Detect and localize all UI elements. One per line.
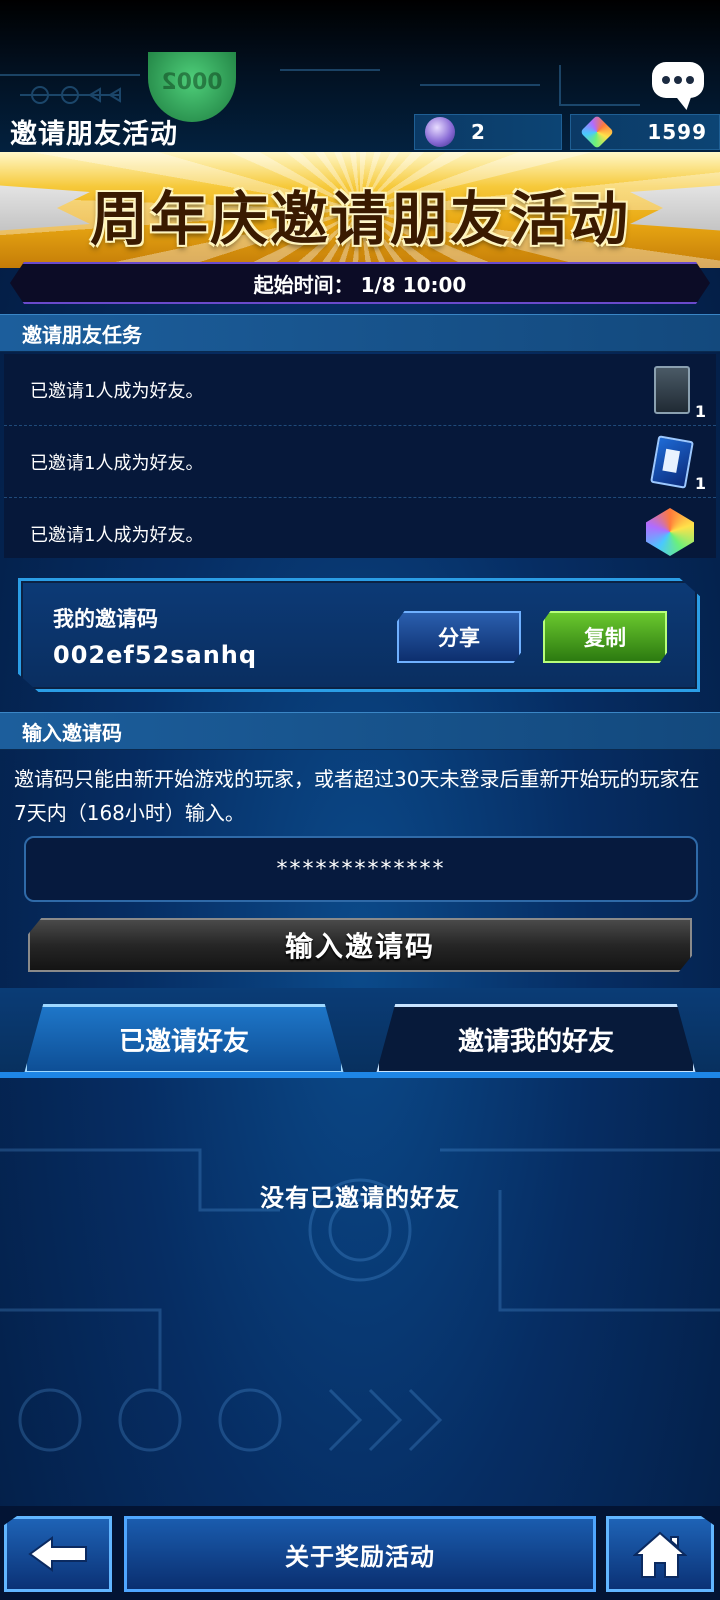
enter-code-button[interactable]: 输入邀请码 (28, 918, 692, 972)
card-pack-icon (654, 366, 690, 414)
gem-count: 1599 (647, 120, 707, 144)
input-code-header: 输入邀请码 (0, 712, 720, 750)
my-code-value: 002ef52sanhq (53, 641, 258, 669)
mission-item: 已邀请1人成为好友。 1 (4, 354, 716, 426)
gem-icon (646, 508, 694, 556)
top-bar: 0002 邀请朋友活动 2 1599 (0, 0, 720, 152)
reward-count: 1 (694, 474, 706, 493)
reward-count: 1 (694, 402, 706, 421)
missions-header: 邀请朋友任务 (0, 314, 720, 352)
back-arrow-icon (28, 1536, 87, 1572)
invite-code-input[interactable] (24, 836, 698, 902)
tab-inviting-friends[interactable]: 邀请我的好友 (376, 1004, 696, 1074)
background-circuit (0, 1148, 720, 1452)
event-banner: 周年庆邀请朋友活动 (0, 152, 720, 268)
home-icon (633, 1531, 687, 1578)
orb-icon (425, 117, 455, 147)
input-code-description: 邀请码只能由新开始游戏的玩家，或者超过30天未登录后重新开始玩的玩家在7天内（1… (14, 767, 700, 825)
rewards-info-button[interactable]: 关于奖励活动 (124, 1516, 596, 1592)
card-ticket-icon (650, 435, 694, 489)
banner-title: 周年庆邀请朋友活动 (89, 185, 630, 253)
mission-text: 已邀请1人成为好友。 (30, 380, 204, 402)
back-button[interactable] (4, 1516, 112, 1592)
tab-underline (0, 1072, 720, 1078)
chat-bubble-icon[interactable] (652, 62, 704, 98)
page-title: 邀请朋友活动 (10, 119, 178, 150)
mission-item: 已邀请1人成为好友。 1 (4, 426, 716, 498)
mission-text: 已邀请1人成为好友。 (30, 525, 204, 546)
my-code-label: 我的邀请码 (53, 607, 158, 631)
empty-friends-message: 没有已邀请的好友 (260, 1184, 460, 1212)
share-button[interactable]: 分享 (397, 611, 521, 663)
my-invite-code-panel: 我的邀请码 002ef52sanhq 分享 复制 (18, 578, 700, 692)
missions-list[interactable]: 已邀请1人成为好友。 1 已邀请1人成为好友。 1 已邀请1人成为好友。 (4, 354, 716, 558)
event-start-time: 起始时间： 1/8 10:00 (10, 262, 710, 304)
mission-text: 已邀请1人成为好友。 (30, 452, 204, 474)
orb-count: 2 (471, 120, 486, 144)
orb-counter: 2 (414, 114, 562, 150)
mission-item: 已邀请1人成为好友。 (4, 498, 716, 558)
tab-invited-friends[interactable]: 已邀请好友 (24, 1004, 344, 1074)
gem-counter: 1599 (570, 114, 720, 150)
gem-icon (580, 115, 614, 149)
copy-button[interactable]: 复制 (543, 611, 667, 663)
home-button[interactable] (606, 1516, 714, 1592)
